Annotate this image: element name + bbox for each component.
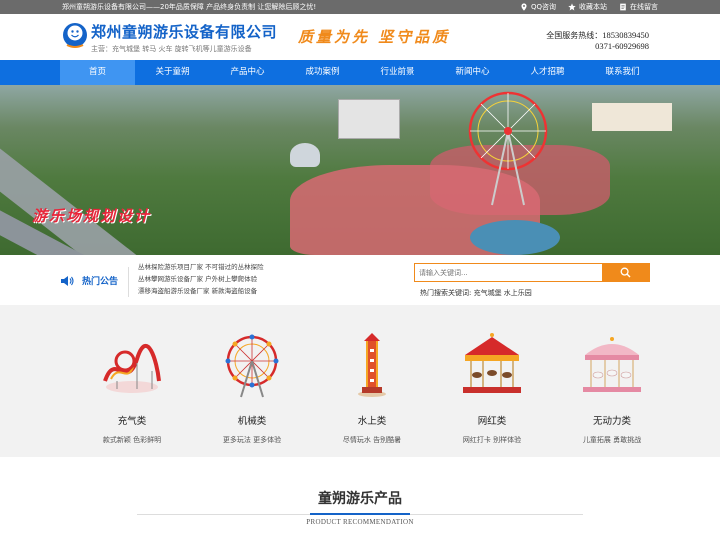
category-desc: 更多玩法 更多体验 [222,436,282,444]
products-divider-accent [310,513,410,515]
announcement-item[interactable]: 丛林攀网游乐设备厂家 户外树上攀爬体验 [138,273,264,285]
announcement-divider [128,267,129,297]
category-section: 充气类 款式新颖 色彩鲜明 机械类 更多玩法 更多体验 水上类 尽情玩水 告别酷… [0,305,720,457]
category-non-powered[interactable]: 无动力类 儿童拓展 勇敢挑战 [562,331,662,445]
hotline-label: 全国服务热线： [546,31,603,40]
main-nav: 首页 关于童朔 产品中心 成功案例 行业前景 新闻中心 人才招聘 联系我们 [0,60,720,85]
announcement-title: 热门公告 [82,277,119,287]
nav-item-careers[interactable]: 人才招聘 [510,60,585,85]
ferris-wheel-illustration [468,91,548,206]
category-desc: 儿童拓展 勇敢挑战 [582,436,642,444]
nav-item-about[interactable]: 关于童朔 [135,60,210,85]
category-name: 水上类 [357,416,387,427]
nav-item-contact[interactable]: 联系我们 [585,60,660,85]
document-icon [620,3,626,11]
hot-keywords: 热门搜索关键词: 充气城堡 水上乐园 [420,289,532,297]
announcement-bar: 热门公告 丛林探险游乐项目厂家 不可错过的丛林探险 丛林攀网游乐设备厂家 户外树… [0,255,720,305]
category-trending[interactable]: 网红类 网红打卡 别样体验 [442,331,542,445]
category-mechanical[interactable]: 机械类 更多玩法 更多体验 [202,331,302,445]
banner-building [338,99,400,139]
category-name: 网红类 [477,416,507,427]
announcement-list: 丛林探险游乐项目厂家 不可错过的丛林探险 丛林攀网游乐设备厂家 户外树上攀爬体验… [138,261,264,297]
slogan: 质量为先 坚守品质 [298,28,451,46]
nav-item-news[interactable]: 新闻中心 [435,60,510,85]
banner-building-secondary [592,103,672,131]
top-notice: 郑州童朔游乐设备有限公司——20年品质保障 产品终身负责制 让您解除后顾之忧! [62,3,317,11]
products-subtitle: PRODUCT RECOMMENDATION [306,518,414,526]
hotline: 全国服务热线：18530839450 0371-60929698 [546,30,649,51]
category-name: 无动力类 [592,416,631,427]
star-icon [568,3,576,11]
search-input[interactable] [415,264,603,281]
banner-dome [290,143,320,167]
category-desc: 网红打卡 别样体验 [462,436,522,444]
company-subtitle: 主营：充气城堡 转马 火车 旋转飞机等儿童游乐设备 [91,45,252,53]
location-icon [521,3,527,11]
top-bar: 郑州童朔游乐设备有限公司——20年品质保障 产品终身负责制 让您解除后顾之忧! … [0,0,720,14]
message-link[interactable]: 在线留言 [619,0,658,14]
bookmark-link[interactable]: 收藏本站 [568,0,607,14]
nav-item-products[interactable]: 产品中心 [210,60,285,85]
search-button[interactable] [602,264,649,281]
announcement-item[interactable]: 漂移海盗船游乐设备厂家 新款海盗船设备 [138,285,264,297]
announcement-item[interactable]: 丛林探险游乐项目厂家 不可错过的丛林探险 [138,261,264,273]
qq-consult-label: QQ咨询 [530,3,556,11]
speaker-icon [61,276,74,286]
category-water[interactable]: 水上类 尽情玩水 告别酷暑 [322,331,422,445]
nav-item-cases[interactable]: 成功案例 [285,60,360,85]
category-name: 充气类 [117,416,147,427]
hero-banner[interactable]: 游乐场规划设计 [0,85,720,255]
category-desc: 尽情玩水 告别酷暑 [342,436,402,444]
nav-item-industry[interactable]: 行业前景 [360,60,435,85]
banner-lake [470,220,560,255]
nav-item-home[interactable]: 首页 [60,60,135,85]
top-links: QQ咨询 收藏本站 在线留言 [520,0,658,14]
site-header: 郑州童朔游乐设备有限公司 主营：充气城堡 转马 火车 旋转飞机等儿童游乐设备 质… [0,14,720,60]
banner-title: 游乐场规划设计 [32,207,152,225]
products-title: 童朔游乐产品 [318,491,402,507]
logo-icon[interactable] [62,22,88,50]
bookmark-label: 收藏本站 [579,3,607,11]
category-name: 机械类 [237,416,267,427]
company-name: 郑州童朔游乐设备有限公司 [91,23,278,41]
category-desc: 款式新颖 色彩鲜明 [102,436,162,444]
qq-consult-link[interactable]: QQ咨询 [520,0,556,14]
search-box [414,263,650,282]
phone-primary: 18530839450 [602,30,649,40]
roller-coaster-icon [103,343,161,393]
message-label: 在线留言 [630,3,658,11]
phone-secondary: 0371-60929698 [595,41,649,51]
carousel-small-icon [583,337,641,392]
carousel-icon [463,333,521,393]
search-icon [620,267,631,278]
ferris-wheel-icon [225,334,279,398]
tower-ride-icon [358,333,386,397]
category-inflatable[interactable]: 充气类 款式新颖 色彩鲜明 [82,331,182,445]
